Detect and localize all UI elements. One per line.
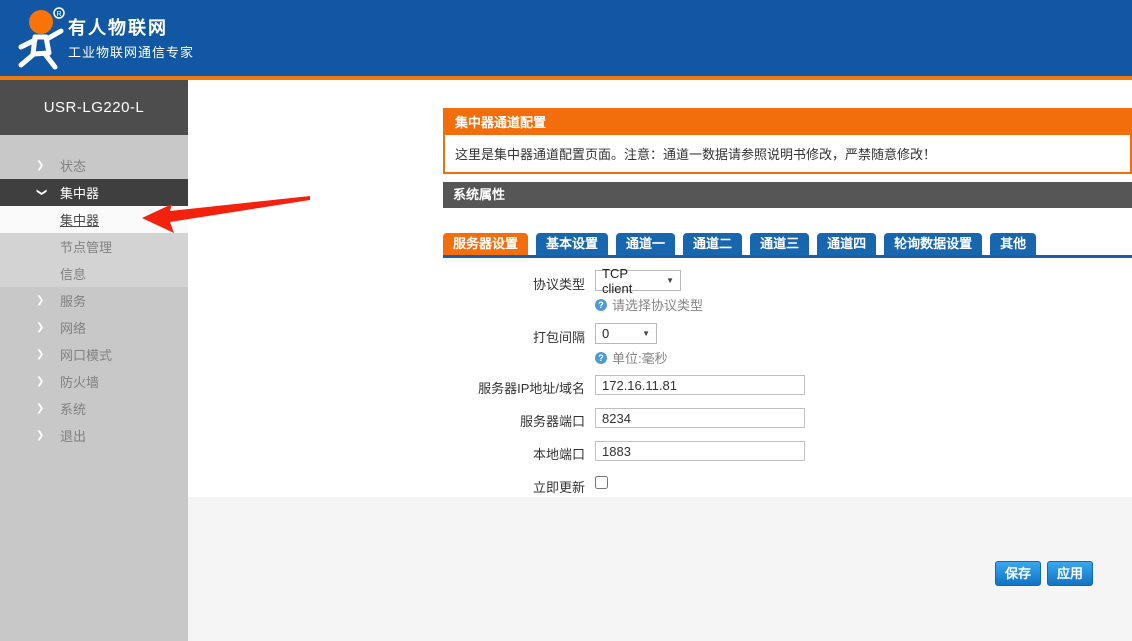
dropdown-arrow-icon: ▼ bbox=[666, 276, 674, 285]
page-title: 集中器通道配置 bbox=[445, 110, 1130, 135]
update-now-label: 立即更新 bbox=[380, 477, 585, 496]
sidebar-item-service[interactable]: ❯ 服务 bbox=[0, 287, 188, 314]
dropdown-arrow-icon: ▼ bbox=[642, 329, 650, 338]
tab-channel-3[interactable]: 通道三 bbox=[750, 233, 809, 255]
sidebar-subitem-info[interactable]: 信息 bbox=[0, 260, 188, 287]
update-now-checkbox[interactable] bbox=[595, 476, 608, 489]
chevron-right-icon: ❯ bbox=[36, 161, 46, 171]
page-info-panel: 集中器通道配置 这里是集中器通道配置页面。注意：通道一数据请参照说明书修改，严禁… bbox=[443, 108, 1132, 174]
tab-channel-1[interactable]: 通道一 bbox=[616, 233, 675, 255]
save-button[interactable]: 保存 bbox=[995, 561, 1041, 586]
tab-basic-settings[interactable]: 基本设置 bbox=[536, 233, 608, 255]
local-port-input[interactable] bbox=[595, 441, 805, 461]
chevron-right-icon: ❯ bbox=[36, 296, 46, 306]
brand-logo-icon: R bbox=[8, 6, 72, 72]
tab-polling-data-settings[interactable]: 轮询数据设置 bbox=[884, 233, 982, 255]
tab-channel-4[interactable]: 通道四 bbox=[817, 233, 876, 255]
local-port-label: 本地端口 bbox=[380, 444, 585, 463]
chevron-right-icon: ❯ bbox=[36, 377, 46, 387]
server-ip-label: 服务器IP地址/域名 bbox=[380, 378, 585, 397]
content-footer-area bbox=[188, 497, 1132, 641]
tabs-underline bbox=[443, 255, 1132, 258]
server-port-label: 服务器端口 bbox=[380, 411, 585, 430]
server-ip-input[interactable] bbox=[595, 375, 805, 395]
protocol-type-hint: ? 请选择协议类型 bbox=[595, 295, 703, 314]
brand-name: 有人物联网 bbox=[68, 14, 168, 40]
annotation-arrow bbox=[138, 192, 316, 238]
settings-tabs: 服务器设置 基本设置 通道一 通道二 通道三 通道四 轮询数据设置 其他 bbox=[443, 233, 1036, 255]
sidebar-item-system[interactable]: ❯ 系统 bbox=[0, 395, 188, 422]
sidebar-item-port-mode[interactable]: ❯ 网口模式 bbox=[0, 341, 188, 368]
pack-interval-hint: ? 单位:毫秒 bbox=[595, 348, 668, 367]
help-icon: ? bbox=[595, 352, 607, 364]
tab-other[interactable]: 其他 bbox=[990, 233, 1036, 255]
server-port-input[interactable] bbox=[595, 408, 805, 428]
chevron-down-icon: ❯ bbox=[36, 188, 46, 198]
sidebar-item-network[interactable]: ❯ 网络 bbox=[0, 314, 188, 341]
sidebar-item-status[interactable]: ❯ 状态 bbox=[0, 152, 188, 179]
device-title: USR-LG220-L bbox=[0, 80, 188, 135]
protocol-type-select[interactable]: TCP client ▼ bbox=[595, 270, 681, 291]
chevron-right-icon: ❯ bbox=[36, 350, 46, 360]
pack-interval-label: 打包间隔 bbox=[380, 327, 585, 346]
help-icon: ? bbox=[595, 299, 607, 311]
app-header: R 有人物联网 工业物联网通信专家 bbox=[0, 0, 1132, 76]
tab-channel-2[interactable]: 通道二 bbox=[683, 233, 742, 255]
apply-button[interactable]: 应用 bbox=[1047, 561, 1093, 586]
section-header: 系统属性 bbox=[443, 182, 1132, 208]
protocol-type-label: 协议类型 bbox=[380, 274, 585, 293]
chevron-right-icon: ❯ bbox=[36, 404, 46, 414]
pack-interval-select[interactable]: 0 ▼ bbox=[595, 323, 657, 344]
chevron-right-icon: ❯ bbox=[36, 323, 46, 333]
chevron-right-icon: ❯ bbox=[36, 431, 46, 441]
page-description: 这里是集中器通道配置页面。注意：通道一数据请参照说明书修改，严禁随意修改！ bbox=[445, 135, 1130, 172]
sidebar-item-firewall[interactable]: ❯ 防火墙 bbox=[0, 368, 188, 395]
tab-server-settings[interactable]: 服务器设置 bbox=[443, 233, 528, 255]
svg-text:R: R bbox=[56, 11, 61, 18]
sidebar-item-logout[interactable]: ❯ 退出 bbox=[0, 422, 188, 449]
sidebar: USR-LG220-L ❯ 状态 ❯ 集中器 集中器 节点管理 信息 ❯ 服务 … bbox=[0, 80, 188, 641]
brand-tagline: 工业物联网通信专家 bbox=[68, 42, 194, 61]
